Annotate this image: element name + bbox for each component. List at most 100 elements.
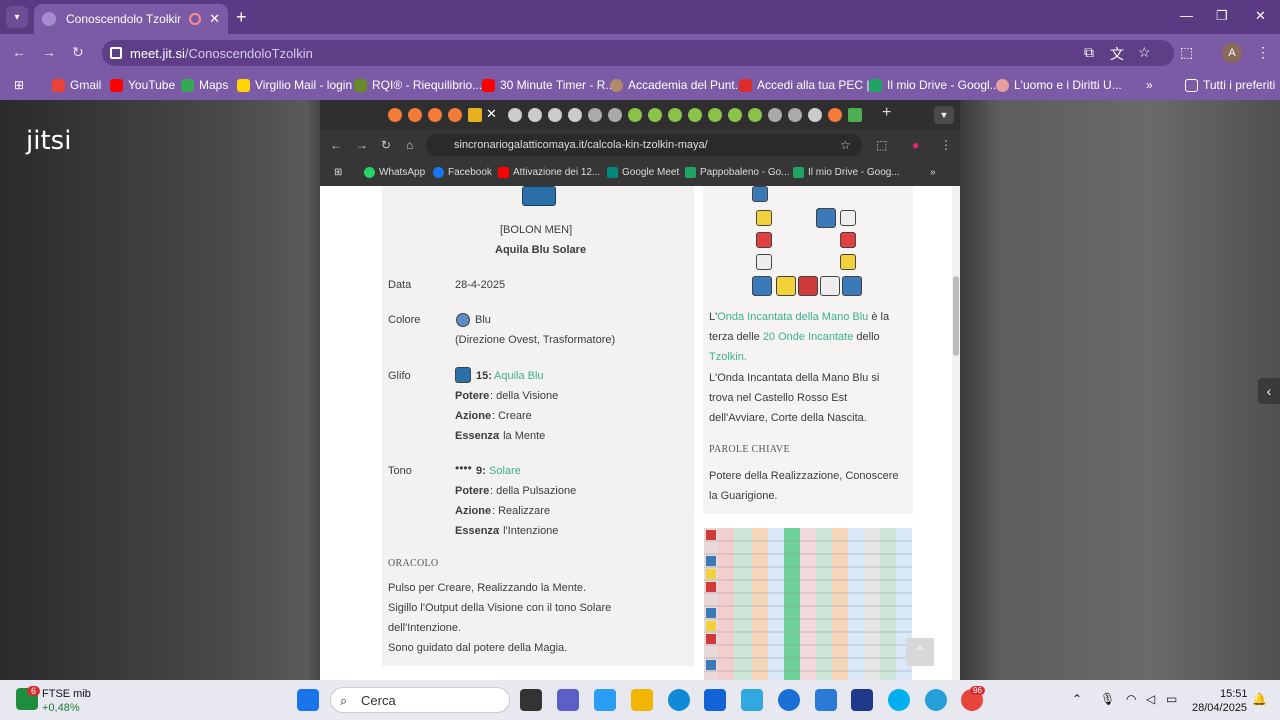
jitsi-logo[interactable]: jitsi [26,126,71,156]
tab-active[interactable]: Conoscendolo Tzolkin | Jitsi ✕ [34,4,228,34]
start-button-icon[interactable] [297,689,319,711]
bookmark-timer[interactable]: 30 Minute Timer - R... [482,78,615,92]
all-bookmarks[interactable]: Tutti i preferiti [1185,78,1275,92]
reload-icon[interactable]: ↻ [72,44,84,61]
calculator-icon[interactable] [815,689,837,711]
apps-grid-icon[interactable]: ⊞ [14,78,24,92]
glifo-potere-key: Potere [455,390,490,402]
bookmark-pec[interactable]: Accedi alla tua PEC |... [739,78,880,92]
new-tab-button[interactable]: + [236,7,247,28]
bookmark-rqi[interactable]: RQI® - Riequilibrio... [354,78,482,92]
accademia-icon [610,78,623,92]
tab-title: Conoscendolo Tzolkin | Jitsi [66,12,182,26]
editor-icon[interactable] [851,689,873,711]
jitsi-favicon-icon [42,12,56,26]
filmstrip-toggle-icon[interactable]: ‹ [1258,378,1280,404]
all-bookmarks-label: Tutti i preferiti [1203,78,1276,92]
shared-bookmark-pappobaleno: Pappobaleno - Go... [685,167,790,178]
shared-forward-icon: → [356,138,368,152]
volume-icon[interactable]: ◁ [1146,692,1155,706]
glifo-essenza-key: Essenza [455,430,500,442]
shared-screen: ✕ + ▼ ← → ↻ ⌂ sincronariogalatticomaya.i… [320,100,960,680]
facebook-icon [433,167,444,178]
microphone-icon[interactable]: 🎙 [1100,692,1115,706]
clock-date[interactable]: 28/04/2025 [1192,702,1247,714]
shared-close-tab-icon: ✕ [486,106,497,121]
bookmark-virgilio[interactable]: Virgilio Mail - login [237,78,352,92]
menu-icon[interactable]: ⋮ [1256,44,1270,61]
gmail-icon [52,78,65,92]
notification-bell-icon[interactable]: 🔔 [1252,692,1267,706]
glifo-num: 15: [476,370,492,382]
taskbar-search[interactable]: ⌕ Cerca [330,687,510,713]
parole-text: la Guarigione. [709,490,778,502]
site-info-icon[interactable] [110,47,122,59]
shared-tab-icon [528,108,542,122]
extensions-icon[interactable]: ⬚ [1180,44,1193,61]
mdb-icon[interactable] [741,689,763,711]
bookmark-drive[interactable]: Il mio Drive - Googl... [869,78,1000,92]
oracolo-heading: ORACOLO [388,558,439,569]
maximize-icon[interactable]: ❐ [1216,8,1228,24]
tzolkin-grid-image [704,528,912,680]
back-to-top-button: ⌃ [906,638,934,666]
shared-tab-icon [788,108,802,122]
tray-chevron-icon[interactable]: ⌃ [1072,692,1082,706]
search-icon: ⌕ [340,693,348,708]
store-icon[interactable] [704,689,726,711]
photos-icon[interactable] [594,689,616,711]
shared-tab-strip: ✕ + ▼ [320,100,960,130]
shared-tab-icon [648,108,662,122]
youtube-icon [482,78,495,92]
stock-name[interactable]: FTSE mib [42,688,91,700]
glifo-azione-value: : Creare [492,410,532,422]
bookmark-label: Accademia del Punt... [628,78,745,92]
bookmark-youtube[interactable]: YouTube [110,78,175,92]
translate-icon[interactable]: 文 [1110,44,1124,64]
shared-tab-icon [428,108,442,122]
wifi-icon[interactable]: ◠ [1126,692,1136,706]
minimize-icon[interactable]: — [1180,8,1193,23]
shared-apps-icon: ⊞ [334,167,343,178]
shared-reload-icon: ↻ [381,138,392,152]
profile-avatar[interactable]: A [1222,43,1242,63]
data-value: 28-4-2025 [455,279,506,291]
glyph-blue-icon [842,276,862,296]
skype-icon[interactable] [888,689,910,711]
cast-icon[interactable]: ⧉ [1084,44,1094,61]
bookmark-label: Pappobaleno - Go... [700,167,790,178]
bookmark-diritti[interactable]: L'uomo e i Diritti U... [996,78,1122,92]
onda-text-plain: terza delle [709,331,763,343]
battery-icon[interactable]: ▭ [1166,692,1177,706]
parole-text: Potere della Realizzazione, Conoscere [709,470,899,482]
glyph-cross-icon [840,210,856,226]
close-tab-icon[interactable]: ✕ [209,11,220,27]
shared-bookmark-attivazione: Attivazione dei 12... [498,167,600,178]
bookmark-star-icon[interactable]: ☆ [1138,44,1151,61]
glyph-blue-icon [816,208,836,228]
glifo-label: Glifo [388,370,411,382]
bookmarks-bar: ⊞ Gmail YouTube Maps Virgilio Mail - log… [0,70,1280,100]
back-icon[interactable]: ← [12,44,26,60]
task-view-icon[interactable] [520,689,542,711]
telegram-icon[interactable] [925,689,947,711]
pec-icon [739,78,752,92]
more-bookmarks-icon[interactable]: » [1146,78,1153,92]
shared-tab-icon [688,108,702,122]
bookmark-maps[interactable]: Maps [181,78,228,92]
tab-search-button[interactable]: ▾ [6,6,28,28]
edge-icon[interactable] [668,689,690,711]
teams-icon[interactable] [557,689,579,711]
bookmark-accademia[interactable]: Accademia del Punt... [610,78,745,92]
bookmark-gmail[interactable]: Gmail [52,78,101,92]
glyph-red-icon [756,232,772,248]
clock-time[interactable]: 15:51 [1220,688,1248,700]
address-bar[interactable]: meet.jit.si/ConoscendoloTzolkin [102,40,1174,66]
onda-text-plain: dello [853,331,880,343]
close-window-icon[interactable]: ✕ [1255,8,1266,24]
onda-link: Onda Incantata della Mano Blu [717,311,869,323]
forward-icon[interactable]: → [42,44,56,60]
copilot-icon[interactable] [778,689,800,711]
file-explorer-icon[interactable] [631,689,653,711]
youtube-icon [110,78,123,92]
